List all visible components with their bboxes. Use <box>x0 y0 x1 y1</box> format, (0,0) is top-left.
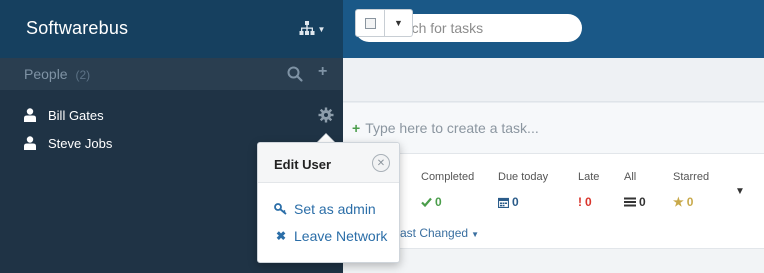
task-list-area <box>343 248 764 273</box>
app-name: Softwarebus <box>26 18 129 38</box>
bulk-actions-dropdown[interactable]: ▼ <box>385 9 413 37</box>
stat-label: Late <box>578 171 600 183</box>
stat-label: Starred <box>673 171 710 183</box>
stat-all[interactable]: All 0 <box>624 171 646 209</box>
stat-late[interactable]: Late ! 0 <box>578 171 599 209</box>
chevron-down-icon: ▼ <box>317 24 326 34</box>
stat-value: 0 <box>585 195 592 209</box>
checkbox-icon <box>364 17 376 29</box>
gear-icon[interactable] <box>318 107 334 123</box>
new-task-input[interactable] <box>365 120 746 136</box>
network-icon <box>299 21 315 35</box>
check-icon <box>421 197 432 207</box>
popover-item-label: Leave Network <box>294 228 388 244</box>
stat-value: 0 <box>435 195 442 209</box>
chevron-down-icon: ▼ <box>394 18 403 28</box>
sidebar-header: Softwarebus ▼ <box>0 0 343 58</box>
stat-value: 0 <box>512 195 519 209</box>
people-section-header: People (2) + <box>0 58 343 90</box>
stat-value: 0 <box>639 195 646 209</box>
stat-completed[interactable]: Completed 0 <box>421 171 474 209</box>
exclamation-icon: ! <box>578 195 582 209</box>
stat-label: Due today <box>498 171 549 183</box>
people-title: People <box>24 66 68 82</box>
popover-title: Edit User <box>274 157 332 172</box>
user-name: Steve Jobs <box>48 135 113 151</box>
user-icon <box>24 108 36 122</box>
user-item-bill-gates[interactable]: Bill Gates <box>24 104 104 126</box>
close-icon[interactable]: ✕ <box>372 154 390 172</box>
edit-user-popover: Edit User ✕ Set as admin ✖ Leave Network <box>257 142 400 263</box>
star-icon: ★ <box>673 195 684 209</box>
task-toolbar <box>343 58 764 102</box>
stat-label: All <box>624 171 637 183</box>
people-count: (2) <box>75 68 91 82</box>
sort-label: ast Changed <box>400 226 469 240</box>
stat-value: 0 <box>686 195 694 209</box>
plus-icon: + <box>352 120 361 136</box>
stat-due-today[interactable]: Due today 0 <box>498 171 548 209</box>
add-person-icon[interactable]: + <box>318 63 327 81</box>
user-icon <box>24 136 36 150</box>
popover-header: Edit User ✕ <box>258 143 399 183</box>
set-as-admin-link[interactable]: Set as admin <box>274 199 376 219</box>
key-icon <box>274 203 287 215</box>
chevron-down-icon: ▼ <box>471 230 479 239</box>
list-icon <box>624 197 636 207</box>
new-task-row: + <box>343 103 764 153</box>
search-people-icon[interactable] <box>286 65 304 83</box>
stats-menu-chevron-icon[interactable]: ▼ <box>735 186 745 197</box>
network-menu-button[interactable]: ▼ <box>292 14 332 42</box>
sort-dropdown[interactable]: ast Changed ▼ <box>400 226 479 240</box>
stat-starred[interactable]: Starred ★ 0 <box>673 171 709 209</box>
x-icon: ✖ <box>275 229 287 243</box>
stat-label: Completed <box>421 171 475 183</box>
user-item-steve-jobs[interactable]: Steve Jobs <box>24 132 112 154</box>
user-name: Bill Gates <box>48 107 104 123</box>
leave-network-link[interactable]: ✖ Leave Network <box>274 226 387 246</box>
calendar-icon <box>498 197 509 208</box>
select-all-checkbox[interactable] <box>355 9 385 37</box>
popover-item-label: Set as admin <box>294 201 376 217</box>
